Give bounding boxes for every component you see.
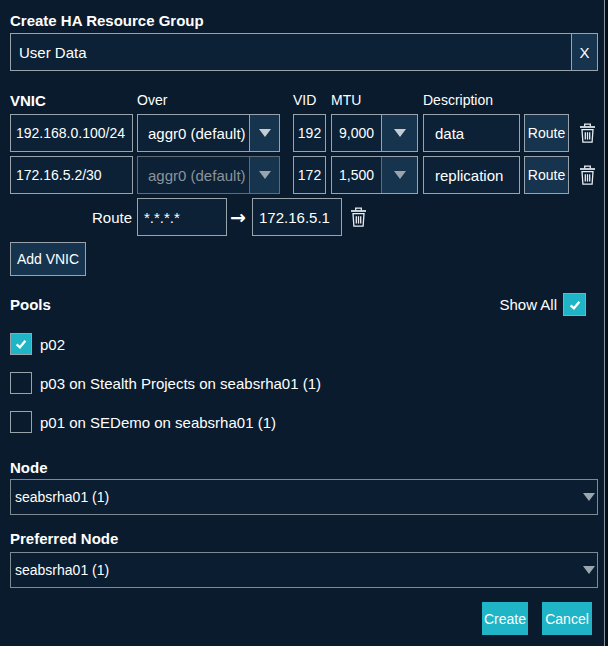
vid-input-1[interactable]: 192 [293,114,326,152]
over-select-2-value: aggr0 (default) [138,167,249,184]
over-select-1-value: aggr0 (default) [138,125,249,142]
pool-label: p03 on Stealth Projects on seabsrha01 (1… [40,375,321,392]
checkmark-icon [567,297,583,313]
pool-label: p01 on SEDemo on seabsrha01 (1) [40,414,276,431]
node-select[interactable]: seabsrha01 (1) [10,479,598,515]
vnic-row-1: 192.168.0.100/24 aggr0 (default) 192 9,0… [10,114,604,152]
show-all-label: Show All [499,296,557,313]
delete-route-button[interactable] [350,207,367,227]
chevron-down-icon [259,171,271,179]
mtu-column-header: MTU [331,93,423,108]
vid-input-2[interactable]: 172 [293,156,326,194]
vnic-table-headers: VNIC Over VID MTU Description [10,93,604,108]
create-button[interactable]: Create [482,602,528,635]
pool-checkbox-p01[interactable] [10,411,32,433]
preferred-node-select[interactable]: seabsrha01 (1) [10,552,598,588]
delete-vnic-button-2[interactable] [579,156,596,194]
mtu-select-2-value: 1,500 [332,167,381,183]
checkmark-icon [13,336,29,352]
chevron-down-icon [259,129,271,137]
vnic-column-header: VNIC [10,93,137,108]
preferred-node-label: Preferred Node [10,531,604,546]
mtu-select-2[interactable]: 1,500 [331,156,418,194]
route-button-2[interactable]: Route [524,156,569,194]
description-column-header: Description [423,93,604,108]
group-name-input[interactable]: User Data [11,34,571,70]
over-select-2-arrow[interactable] [249,157,279,193]
node-label: Node [10,460,604,475]
mtu-select-1-arrow[interactable] [381,115,417,151]
description-input-1[interactable]: data [423,114,520,152]
vnic-address-input-1[interactable]: 192.168.0.100/24 [10,114,133,152]
route-button-1[interactable]: Route [524,114,569,152]
delete-vnic-button-1[interactable] [579,114,596,152]
show-all-control: Show All [499,293,598,316]
chevron-down-icon [583,566,595,574]
trash-icon [579,123,596,143]
pools-label: Pools [10,296,51,313]
arrow-right-icon: → [230,206,246,228]
mtu-select-2-arrow[interactable] [381,157,417,193]
create-ha-resource-group-dialog: Create HA Resource Group User Data X VNI… [0,0,605,646]
dialog-title: Create HA Resource Group [10,0,604,29]
static-route-row: Route *.*.*.* → 172.16.5.1 [10,198,604,236]
add-vnic-button[interactable]: Add VNIC [10,242,86,276]
pool-item-p03: p03 on Stealth Projects on seabsrha01 (1… [10,372,604,394]
pool-label: p02 [40,336,65,353]
trash-icon [350,207,367,227]
vid-column-header: VID [293,93,331,108]
over-select-2[interactable]: aggr0 (default) [137,156,280,194]
mtu-select-1-value: 9,000 [332,125,381,141]
mtu-select-1[interactable]: 9,000 [331,114,418,152]
vnic-row-2: 172.16.5.2/30 aggr0 (default) 172 1,500 … [10,156,604,194]
pool-item-p02: p02 [10,333,604,355]
node-select-value: seabsrha01 (1) [15,489,109,505]
chevron-down-icon [583,493,595,501]
route-destination-input[interactable]: *.*.*.* [137,198,227,236]
pool-checkbox-p03[interactable] [10,372,32,394]
over-column-header: Over [137,93,293,108]
over-select-1-arrow[interactable] [249,115,279,151]
group-name-field: User Data X [10,33,598,71]
over-select-1[interactable]: aggr0 (default) [137,114,280,152]
pool-checkbox-p02[interactable] [10,333,32,355]
route-gateway-input[interactable]: 172.16.5.1 [252,198,342,236]
chevron-down-icon [394,129,406,137]
clear-name-button[interactable]: X [571,34,597,70]
pool-item-p01: p01 on SEDemo on seabsrha01 (1) [10,411,604,433]
cancel-button[interactable]: Cancel [542,602,592,635]
route-row-label: Route [10,209,137,226]
preferred-node-select-value: seabsrha01 (1) [15,562,109,578]
show-all-checkbox[interactable] [563,293,586,316]
description-input-2[interactable]: replication [423,156,520,194]
chevron-down-icon [394,171,406,179]
trash-icon [579,165,596,185]
pools-header-row: Pools Show All [10,293,598,316]
dialog-actions: Create Cancel [10,602,598,635]
vnic-address-input-2[interactable]: 172.16.5.2/30 [10,156,133,194]
